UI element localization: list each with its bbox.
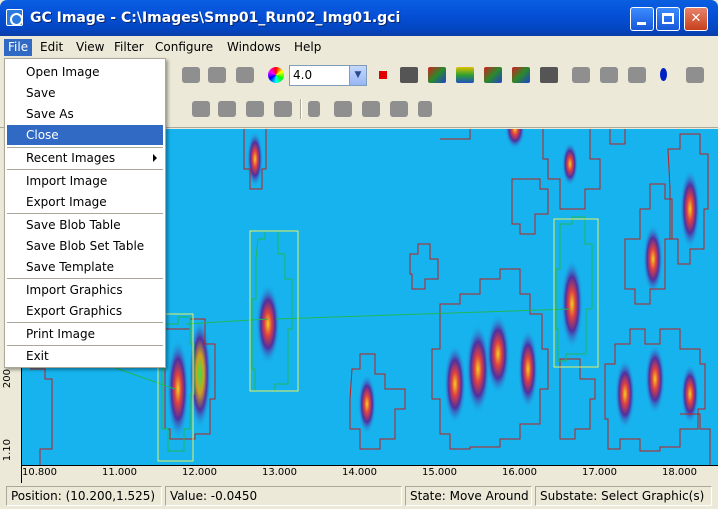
menu-bar: File Edit View Filter Configure Windows … (0, 36, 718, 58)
pen-icon[interactable] (236, 67, 254, 83)
blob-tool-icon[interactable] (182, 67, 200, 83)
x-tick-label: 18.000 (662, 467, 697, 478)
stamp-icon[interactable] (246, 101, 264, 117)
menu-item-recent-images[interactable]: Recent Images (7, 148, 163, 168)
status-substate: Substate: Select Graphic(s) (535, 486, 712, 506)
menu-item-print-image[interactable]: Print Image (7, 324, 163, 344)
blob[interactable] (167, 339, 189, 439)
status-bar: Position: (10.200,1.525) Value: -0.0450 … (0, 483, 718, 509)
app-icon (6, 9, 23, 26)
maximize-button[interactable] (656, 7, 680, 31)
close-button[interactable]: ✕ (684, 7, 708, 31)
colormap-icon[interactable] (268, 67, 284, 83)
status-value: Value: -0.0450 (165, 486, 402, 506)
menu-edit[interactable]: Edit (36, 39, 67, 56)
scale-icon[interactable] (600, 67, 618, 83)
cut-icon[interactable] (308, 101, 320, 117)
menu-item-save-template[interactable]: Save Template (7, 257, 163, 277)
window-title: GC Image - C:\Images\Smp01_Run02_Img01.g… (30, 10, 401, 26)
menu-windows[interactable]: Windows (223, 39, 285, 56)
x-tick-label: 17.000 (582, 467, 617, 478)
y-tick-label: 1.10 (2, 439, 13, 462)
blob[interactable] (680, 169, 700, 249)
menu-item-save[interactable]: Save (7, 83, 163, 103)
x-tick-label: 12.000 (182, 467, 217, 478)
cube-icon[interactable] (484, 67, 502, 83)
blob[interactable] (643, 224, 663, 294)
blob[interactable] (645, 344, 665, 414)
menu-item-exit[interactable]: Exit (7, 346, 163, 366)
status-state: State: Move Around (405, 486, 532, 506)
align-icon[interactable] (218, 101, 236, 117)
menu-filter[interactable]: Filter (110, 39, 148, 56)
menu-view[interactable]: View (72, 39, 108, 56)
copy-icon[interactable] (334, 101, 352, 117)
x-axis: 10.800 11.000 12.000 13.000 14.000 15.00… (22, 465, 718, 483)
minimize-button[interactable] (630, 7, 654, 31)
menu-item-export-image[interactable]: Export Image (7, 192, 163, 212)
delete-icon[interactable] (418, 101, 432, 117)
blob[interactable] (256, 284, 280, 364)
status-position: Position: (10.200,1.525) (6, 486, 162, 506)
camera-icon[interactable] (686, 67, 704, 83)
title-bar: GC Image - C:\Images\Smp01_Run02_Img01.g… (0, 0, 718, 36)
zoom-value: 4.0 (293, 68, 313, 82)
x-tick-label: 14.000 (342, 467, 377, 478)
menu-separator (7, 213, 163, 214)
menu-item-close[interactable]: Close (7, 125, 163, 145)
graph-tool-icon[interactable] (192, 101, 210, 117)
menu-separator (7, 322, 163, 323)
file-menu-dropdown: Open Image Save Save As Close Recent Ima… (4, 58, 166, 368)
menu-configure[interactable]: Configure (151, 39, 217, 56)
menu-file[interactable]: File (4, 39, 33, 56)
menu-item-save-as[interactable]: Save As (7, 104, 163, 124)
recent-images-label: Recent Images (26, 151, 116, 165)
paste-icon[interactable] (362, 101, 380, 117)
submenu-arrow-icon (153, 154, 157, 162)
menu-item-import-image[interactable]: Import Image (7, 171, 163, 191)
blob[interactable] (681, 364, 699, 424)
blob[interactable] (444, 344, 466, 424)
blob[interactable] (358, 374, 376, 434)
menu-separator (7, 169, 163, 170)
blob[interactable] (518, 329, 538, 409)
x-tick-label: 13.000 (262, 467, 297, 478)
blob[interactable] (466, 324, 490, 414)
menu-item-save-blob-set-table[interactable]: Save Blob Set Table (7, 236, 163, 256)
blob[interactable] (486, 314, 510, 394)
x-tick-label: 10.800 (22, 467, 57, 478)
x-tick-label: 11.000 (102, 467, 137, 478)
maximize-icon (662, 13, 674, 24)
table-icon[interactable] (540, 67, 558, 83)
menu-help[interactable]: Help (290, 39, 325, 56)
ellipse-icon[interactable] (660, 68, 667, 81)
calculator-icon[interactable] (208, 67, 226, 83)
chart-icon[interactable] (512, 67, 530, 83)
erase-icon[interactable] (274, 101, 292, 117)
blob[interactable] (561, 259, 583, 349)
menu-item-import-graphics[interactable]: Import Graphics (7, 280, 163, 300)
stop-icon[interactable] (379, 71, 387, 79)
x-tick-label: 15.000 (422, 467, 457, 478)
blob[interactable] (247, 131, 263, 187)
zoom-select[interactable]: 4.0 ▼ (289, 65, 367, 86)
chevron-down-icon[interactable]: ▼ (349, 66, 366, 85)
blob[interactable] (615, 359, 635, 429)
connect-icon[interactable] (390, 101, 408, 117)
grid-icon[interactable] (456, 67, 474, 83)
magnify-icon[interactable] (400, 67, 418, 83)
menu-separator (7, 278, 163, 279)
x-tick-label: 16.000 (502, 467, 537, 478)
peaks-icon[interactable] (628, 67, 646, 83)
eye-icon[interactable] (572, 67, 590, 83)
layers-icon[interactable] (428, 67, 446, 83)
menu-item-open-image[interactable]: Open Image (7, 62, 163, 82)
minimize-icon (637, 22, 646, 25)
y-tick-label: 200 (2, 369, 13, 389)
menu-item-export-graphics[interactable]: Export Graphics (7, 301, 163, 321)
menu-item-save-blob-table[interactable]: Save Blob Table (7, 215, 163, 235)
blob[interactable] (562, 142, 578, 186)
toolbar-separator (300, 99, 302, 119)
blob[interactable] (189, 319, 211, 429)
